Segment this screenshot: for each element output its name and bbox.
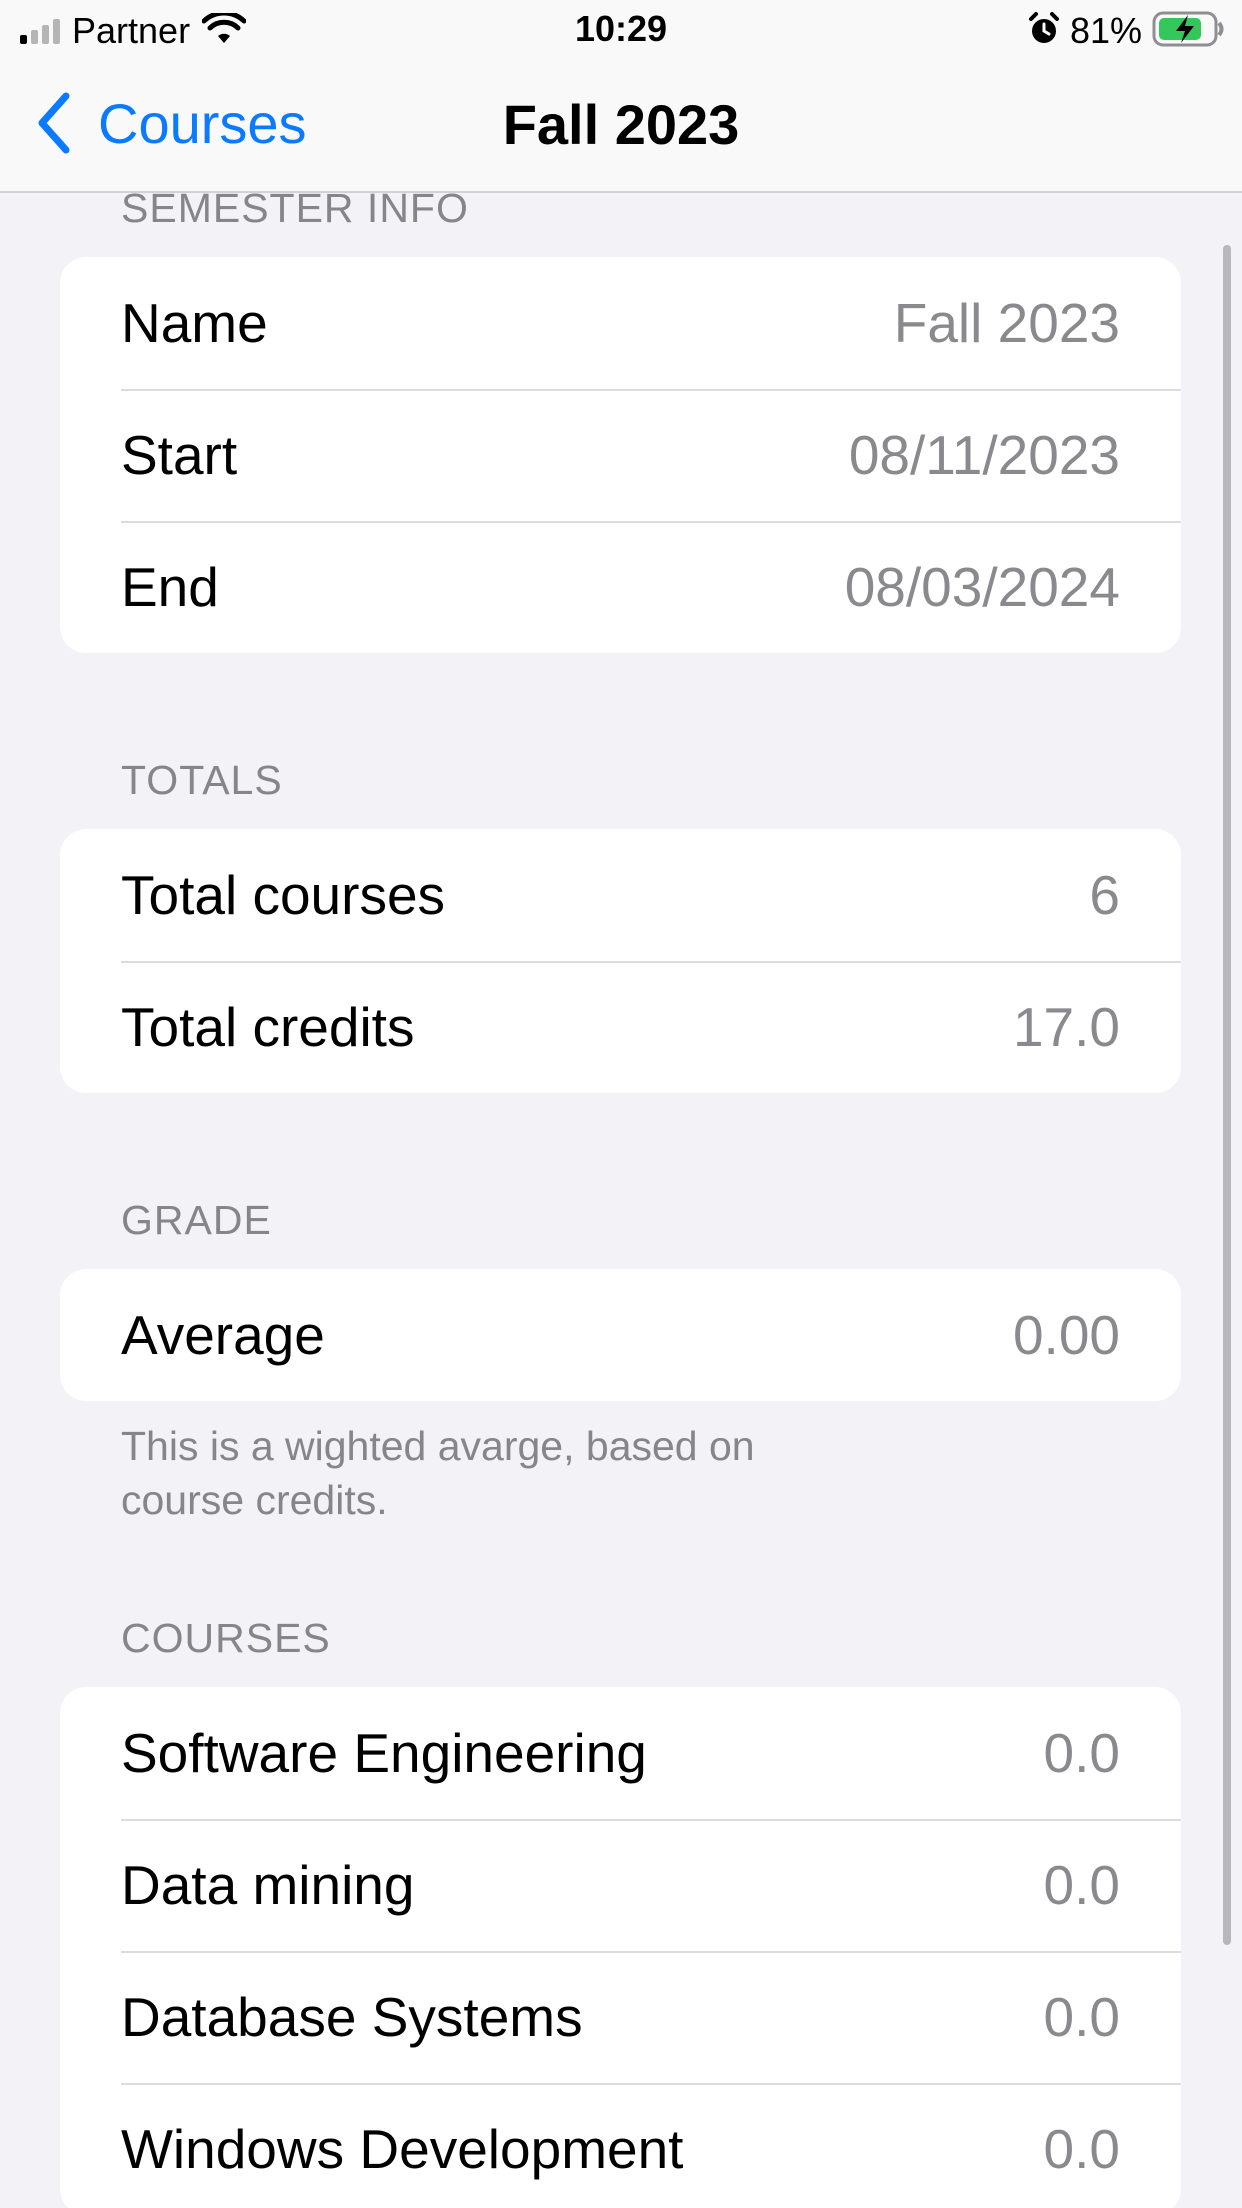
row-label: Start [121,424,238,486]
course-name: Database Systems [121,1986,583,2048]
row-label: Total credits [121,996,415,1058]
course-row[interactable]: Software Engineering 0.0 [60,1687,1181,1819]
course-row[interactable]: Data mining 0.0 [60,1819,1181,1951]
row-label: Total courses [121,864,446,926]
page-title: Fall 2023 [502,93,740,156]
row-value: 6 [1089,864,1120,926]
average-row: Average 0.00 [60,1269,1181,1401]
course-row[interactable]: Database Systems 0.0 [60,1951,1181,2083]
row-label: End [121,556,219,618]
row-label: Name [121,292,268,354]
alarm-clock-icon [1028,11,1060,51]
grade-card: Average 0.00 [60,1269,1181,1401]
totals-card: Total courses 6 Total credits 17.0 [60,829,1181,1093]
battery-percentage: 81% [1069,10,1142,51]
scroll-indicator[interactable] [1223,245,1231,1945]
semester-start-row[interactable]: Start 08/11/2023 [60,389,1181,521]
semester-end-row[interactable]: End 08/03/2024 [60,521,1181,653]
row-value: Fall 2023 [893,292,1120,354]
courses-card: Software Engineering 0.0 Data mining 0.0… [60,1687,1181,2208]
section-header-totals: TOTALS [121,757,283,803]
row-label: Average [121,1304,325,1366]
course-name: Windows Development [121,2118,684,2180]
course-grade: 0.0 [1043,1722,1120,1784]
row-value: 0.00 [1012,1304,1120,1366]
section-header-grade: GRADE [121,1197,272,1243]
grade-footer-note: This is a wighted avarge, based on cours… [121,1423,755,1523]
section-header-courses: COURSES [121,1615,331,1661]
navigation-bar: Courses Fall 2023 [0,60,1242,193]
content-scroll-area[interactable]: SEMESTER INFO Name Fall 2023 Start 08/11… [0,193,1242,2208]
row-value: 17.0 [1012,996,1120,1058]
course-name: Software Engineering [121,1722,647,1784]
status-bar-right: 81% [1028,8,1226,54]
course-grade: 0.0 [1043,1854,1120,1916]
total-credits-row: Total credits 17.0 [60,961,1181,1093]
section-header-semester-info: SEMESTER INFO [121,193,469,231]
course-grade: 0.0 [1043,2118,1120,2180]
course-row[interactable]: Windows Development 0.0 [60,2083,1181,2208]
semester-name-row[interactable]: Name Fall 2023 [60,257,1181,389]
total-courses-row: Total courses 6 [60,829,1181,961]
status-bar: Partner 10:29 81% [0,0,1242,60]
course-name: Data mining [121,1854,415,1916]
battery-charging-icon [1152,11,1226,52]
row-value: 08/03/2024 [844,556,1120,618]
semester-info-card: Name Fall 2023 Start 08/11/2023 End 08/0… [60,257,1181,653]
row-value: 08/11/2023 [848,424,1120,486]
course-grade: 0.0 [1043,1986,1120,2048]
